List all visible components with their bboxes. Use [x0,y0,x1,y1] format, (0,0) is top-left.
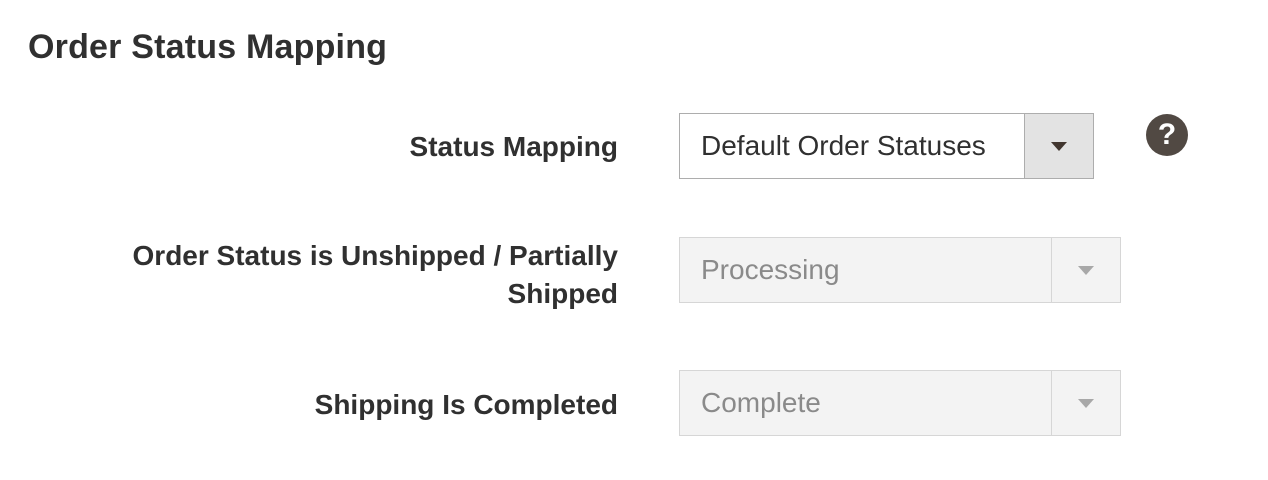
status-mapping-dropdown-button[interactable] [1024,114,1093,178]
help-icon[interactable]: ? [1146,114,1188,156]
unshipped-status-dropdown-button [1051,238,1120,302]
status-mapping-value: Default Order Statuses [701,130,986,161]
unshipped-status-label: Order Status is Unshipped / Partially Sh… [132,240,618,309]
status-mapping-select[interactable]: Default Order Statuses [679,113,1094,179]
section-title: Order Status Mapping [28,28,388,66]
unshipped-status-select: Processing [679,237,1121,303]
status-mapping-label: Status Mapping [409,131,618,162]
shipping-completed-label: Shipping Is Completed [314,389,618,420]
shipping-completed-value: Complete [701,387,821,418]
unshipped-status-value: Processing [701,254,840,285]
chevron-down-icon [1051,141,1067,151]
chevron-down-icon [1078,398,1094,408]
shipping-completed-dropdown-button [1051,371,1120,435]
shipping-completed-select: Complete [679,370,1121,436]
chevron-down-icon [1078,265,1094,275]
